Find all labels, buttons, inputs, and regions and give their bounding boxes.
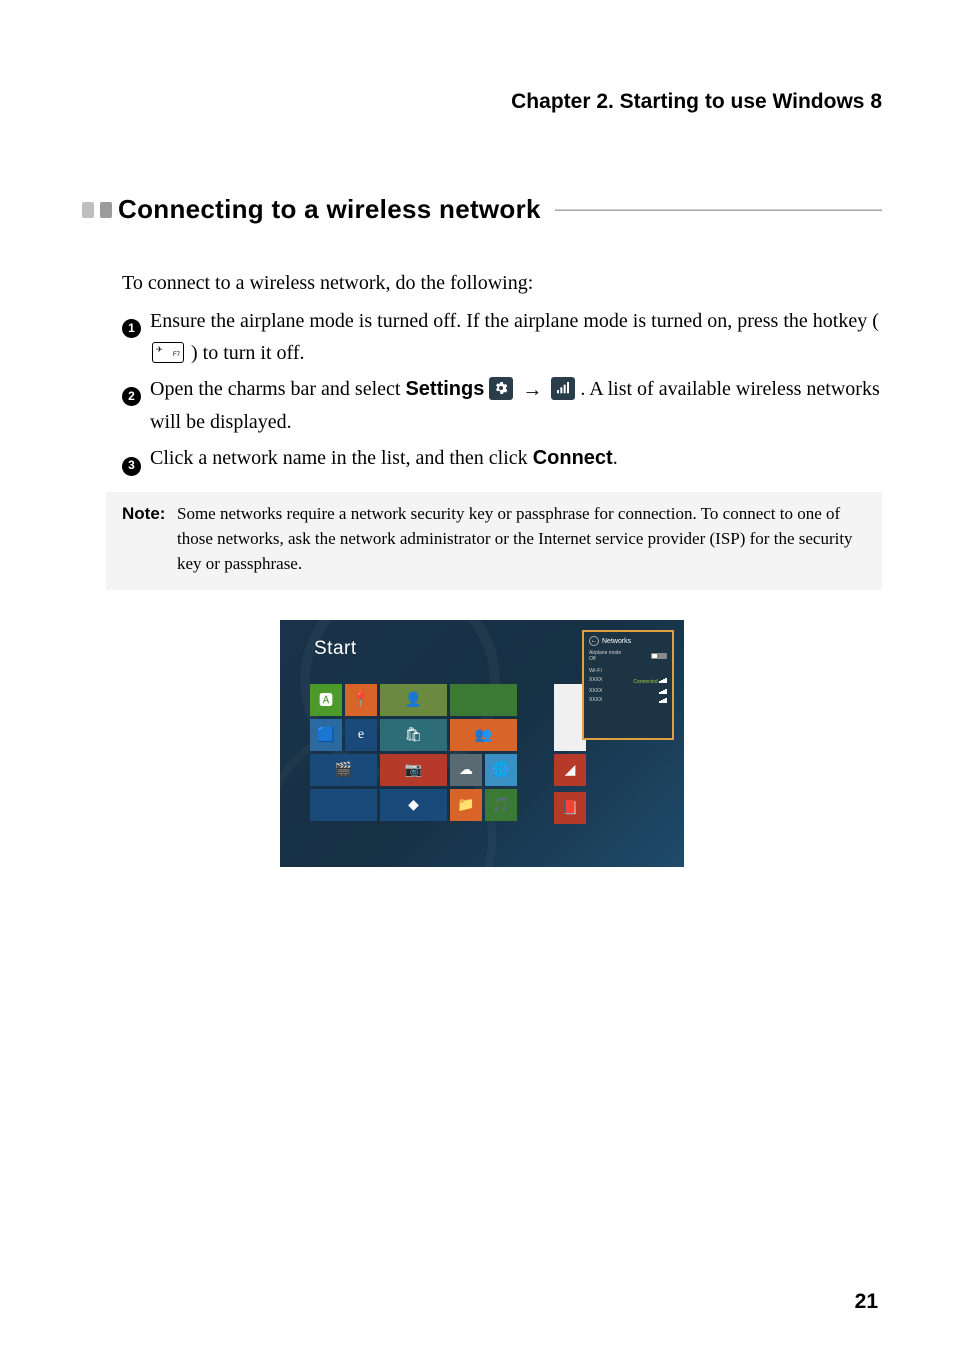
step-3-text-a: Click a network name in the list, and th… (150, 447, 533, 469)
network-name: XXXX (589, 677, 602, 685)
live-tile: 📁 (450, 789, 482, 821)
live-tile: 🎬 (310, 754, 377, 786)
wifi-network-item: XXXX (589, 688, 667, 694)
steps-list: 1 Ensure the airplane mode is turned off… (122, 305, 882, 474)
settings-label: Settings (405, 378, 484, 400)
live-tile: 🛍 (380, 719, 447, 751)
live-tile: e (345, 719, 377, 751)
network-name: XXXX (589, 688, 602, 694)
section-title: Connecting to a wireless network (118, 194, 541, 225)
chapter-header: Chapter 2. Starting to use Windows 8 (82, 90, 882, 114)
wifi-network-item: XXXX Connected (589, 677, 667, 685)
settings-gear-icon (489, 377, 513, 400)
back-arrow-icon: ← (589, 636, 599, 646)
step-number-icon: 1 (122, 319, 141, 338)
connect-label: Connect (533, 447, 613, 469)
airplane-mode-row: Airplane mode Off (589, 650, 667, 662)
note-label: Note: (122, 502, 177, 527)
live-tile: 📍 (345, 684, 377, 716)
live-tile: 🅰 (310, 684, 342, 716)
step-1: 1 Ensure the airplane mode is turned off… (122, 305, 882, 369)
live-tile: 🎵 (485, 789, 517, 821)
signal-icon (659, 677, 667, 683)
step-2-body: Open the charms bar and select Settings … (150, 373, 882, 438)
signal-icon (659, 697, 667, 703)
live-tile: 🟦 (310, 719, 342, 751)
live-tile (310, 789, 377, 821)
live-tile: 🌐 (485, 754, 517, 786)
step-3: 3 Click a network name in the list, and … (122, 442, 882, 474)
live-tile (450, 684, 517, 716)
live-tile: 📷 (380, 754, 447, 786)
note-body: Some networks require a network security… (177, 502, 866, 576)
step-number-icon: 2 (122, 387, 141, 406)
step-2: 2 Open the charms bar and select Setting… (122, 373, 882, 438)
title-rule (555, 209, 882, 211)
step-1-body: Ensure the airplane mode is turned off. … (150, 305, 882, 369)
live-tile: ◢ (554, 754, 586, 786)
signal-icon (659, 688, 667, 694)
live-tile: 👤 (380, 684, 447, 716)
step-1-text-a: Ensure the airplane mode is turned off. … (150, 310, 879, 332)
wifi-network-item: XXXX (589, 697, 667, 703)
screenshot-figure: Start 🅰 📍 👤 🟦 e 🛍 👥 🎬 📷 ☁ 🌐 (280, 620, 684, 867)
airplane-glyph-icon: ✈ (156, 344, 163, 357)
step-number-icon: 3 (122, 457, 141, 476)
airplane-mode-value: Off (589, 656, 621, 662)
network-name: XXXX (589, 697, 602, 703)
networks-title-text: Networks (602, 638, 631, 645)
step-3-text-b: . (613, 447, 618, 469)
intro-text: To connect to a wireless network, do the… (122, 269, 882, 297)
note-box: Note: Some networks require a network se… (106, 492, 882, 590)
network-status: Connected (633, 679, 657, 685)
hotkey-fn-label: F7 (173, 351, 180, 361)
bullet-decor-icon (100, 202, 112, 218)
step-2-text-a: Open the charms bar and select (150, 378, 405, 400)
step-1-text-b: ) to turn it off. (191, 342, 305, 364)
arrow-icon: → (522, 379, 542, 401)
live-tile: 👥 (450, 719, 517, 751)
start-tiles: 🅰 📍 👤 🟦 e 🛍 👥 🎬 📷 ☁ 🌐 ◆ 📁 (310, 684, 570, 824)
signal-bars-icon (551, 377, 575, 400)
page-number: 21 (855, 1290, 878, 1314)
live-tile: 📕 (554, 792, 586, 824)
section-title-row: Connecting to a wireless network (82, 194, 882, 225)
start-label: Start (314, 638, 357, 660)
live-tile: ☁ (450, 754, 482, 786)
hotkey-airplane-icon: ✈ F7 (152, 342, 184, 363)
step-3-body: Click a network name in the list, and th… (150, 442, 882, 474)
wifi-section-label: Wi-Fi (589, 668, 667, 674)
networks-panel: ← Networks Airplane mode Off Wi-Fi XXXX … (582, 630, 674, 740)
airplane-toggle-icon (651, 653, 667, 659)
bullet-decor-icon (82, 202, 94, 218)
networks-panel-title: ← Networks (589, 636, 667, 646)
live-tile: ◆ (380, 789, 447, 821)
